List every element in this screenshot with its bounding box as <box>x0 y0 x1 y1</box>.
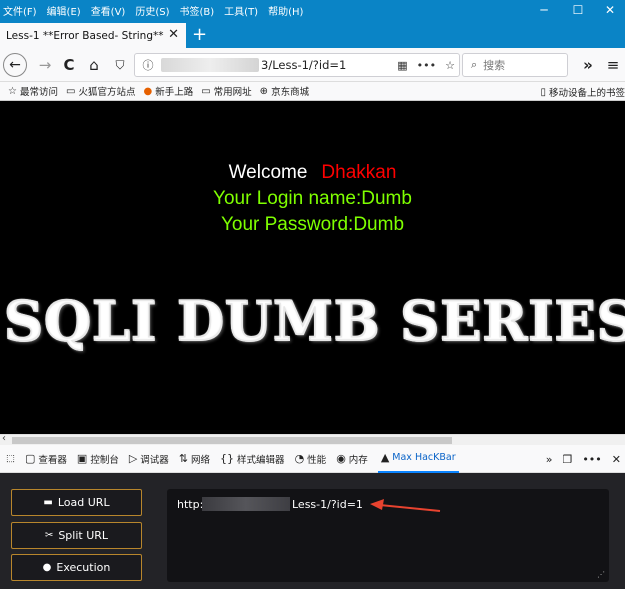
page-actions-icon[interactable]: ••• <box>417 59 436 72</box>
welcome-line: Welcome Dhakkan <box>0 162 625 184</box>
tab-memory[interactable]: ◉ 内存 <box>336 452 368 466</box>
address-bar[interactable]: ⓘ 3/Less-1/?id=1 ▦ ••• ☆ <box>134 53 460 77</box>
bookmark-firefox-site[interactable]: ▭ 火狐官方站点 <box>65 84 135 99</box>
menu-history[interactable]: 历史(S) <box>130 3 174 18</box>
overflow-chevron-icon[interactable]: » <box>576 53 600 77</box>
devtools-close-icon[interactable]: ✕ <box>612 453 621 466</box>
minimize-button[interactable]: ─ <box>527 0 561 20</box>
menu-help[interactable]: 帮助(H) <box>263 3 308 18</box>
mobile-bookmarks[interactable]: ▯ 移动设备上的书签 <box>540 85 625 100</box>
split-icon: ✂ <box>44 530 54 541</box>
page-content: Welcome Dhakkan Your Login name:Dumb Your… <box>0 101 625 434</box>
welcome-text: Welcome <box>228 162 308 183</box>
firefox-icon: ● <box>143 85 153 97</box>
hamburger-menu-icon[interactable]: ≡ <box>601 53 625 77</box>
tab-performance[interactable]: ◔ 性能 <box>295 452 327 466</box>
globe-icon: ⊕ <box>259 85 269 97</box>
tab-inspector[interactable]: ▢ 查看器 <box>25 452 67 466</box>
red-arrow-annotation <box>370 499 441 512</box>
network-icon: ⇅ <box>178 452 189 465</box>
close-window-button[interactable]: ✕ <box>593 0 625 20</box>
more-tabs-chevron-icon[interactable]: » <box>546 453 553 466</box>
password-text: Your Password:Dumb <box>220 214 405 235</box>
load-url-button[interactable]: ▬ Load URL <box>11 489 142 516</box>
tab-title: Less-1 **Error Based- String** <box>6 29 164 42</box>
console-icon: ▣ <box>76 452 88 465</box>
url-text[interactable]: 3/Less-1/?id=1 <box>261 58 346 72</box>
menu-bookmarks[interactable]: 书签(B) <box>175 3 220 18</box>
menu-edit[interactable]: 编辑(E) <box>42 3 86 18</box>
menu-view[interactable]: 查看(V) <box>86 3 131 18</box>
username-text: Dhakkan <box>321 162 397 183</box>
tab-max-hackbar[interactable]: ▲ Max HacKBar <box>377 445 459 473</box>
braces-icon: {} <box>220 452 235 465</box>
mobile-icon: ▯ <box>540 86 546 98</box>
menu-file[interactable]: 文件(F) <box>0 3 42 18</box>
performance-icon: ◔ <box>294 452 305 465</box>
scrollbar-thumb[interactable] <box>12 437 452 444</box>
nav-toolbar: ← → C ⌂ ⛉ ⓘ 3/Less-1/?id=1 ▦ ••• ☆ ⌕ 搜索 … <box>0 48 625 82</box>
load-icon: ▬ <box>43 497 53 508</box>
bookmark-getting-started[interactable]: ● 新手上路 <box>143 84 193 99</box>
redacted-host <box>161 58 259 72</box>
bookmark-most-visited[interactable]: ☆ 最常访问 <box>8 84 58 99</box>
tab-console[interactable]: ▣ 控制台 <box>77 452 119 466</box>
forward-button[interactable]: → <box>33 53 57 77</box>
search-icon: ⌕ <box>471 58 478 71</box>
hackbar-icon: ▲ <box>380 451 390 464</box>
element-picker-icon[interactable]: ⬚ <box>6 453 15 464</box>
qr-code-icon[interactable]: ▦ <box>397 59 407 72</box>
split-url-button[interactable]: ✂ Split URL <box>11 522 142 549</box>
bookmark-star-icon[interactable]: ☆ <box>445 59 455 72</box>
back-button[interactable]: ← <box>3 53 27 77</box>
horizontal-scrollbar[interactable]: ‹ <box>0 433 625 445</box>
tab-debugger[interactable]: ▷ 调试器 <box>129 452 169 466</box>
url-prefix: http: <box>177 498 204 511</box>
tab-style-editor[interactable]: {} 样式编辑器 <box>220 452 285 466</box>
sqli-banner: SQLI DUMB SERIES <box>3 288 625 354</box>
bookmark-common-sites[interactable]: ▭ 常用网址 <box>201 84 251 99</box>
folder-icon: ▭ <box>201 85 211 97</box>
tab-strip: Less-1 **Error Based- String** ✕ + <box>0 20 625 48</box>
dock-icon[interactable]: ❐ <box>562 453 572 466</box>
hackbar-panel: ▬ Load URL ✂ Split URL ● Execution http: Le… <box>0 473 625 589</box>
folder-icon: ▭ <box>65 85 76 97</box>
star-icon: ☆ <box>8 85 17 97</box>
devtools-options-icon[interactable]: ••• <box>582 453 601 466</box>
resize-grip-icon[interactable]: ⋰ <box>597 570 605 579</box>
search-placeholder: 搜索 <box>483 59 506 72</box>
inspector-icon: ▢ <box>24 452 36 465</box>
url-suffix: Less-1/?id=1 <box>292 498 363 511</box>
login-name-text: Your Login name:Dumb <box>213 188 412 209</box>
new-tab-button[interactable]: + <box>192 24 207 45</box>
search-input[interactable]: ⌕ 搜索 <box>462 53 568 77</box>
scroll-left-icon[interactable]: ‹ <box>2 433 6 444</box>
play-icon: ● <box>42 562 52 573</box>
site-info-icon[interactable]: ⓘ <box>135 54 161 76</box>
bookmarks-bar: ☆ 最常访问 ▭ 火狐官方站点 ● 新手上路 ▭ 常用网址 ⊕ 京东商城 ▯ 移动设备上的书… <box>0 82 625 101</box>
reload-button[interactable]: C <box>57 53 81 77</box>
bookmark-jd[interactable]: ⊕ 京东商城 <box>259 84 309 99</box>
tab-network[interactable]: ⇅ 网络 <box>179 452 210 466</box>
memory-icon: ◉ <box>336 452 346 465</box>
debugger-icon: ▷ <box>128 452 138 465</box>
home-button[interactable]: ⌂ <box>82 53 106 77</box>
execution-button[interactable]: ● Execution <box>11 554 142 581</box>
maximize-button[interactable]: ☐ <box>561 0 595 20</box>
devtools-toolbar: ⬚ ▢ 查看器 ▣ 控制台 ▷ 调试器 ⇅ 网络 {} 样式编辑器 ◔ 性能 ◉ 内存 ▲ Ma… <box>0 445 625 473</box>
menu-tools[interactable]: 工具(T) <box>219 3 263 18</box>
tracking-shield-icon[interactable]: ⛉ <box>108 53 132 77</box>
redacted-host <box>202 497 290 511</box>
browser-tab[interactable]: Less-1 **Error Based- String** ✕ <box>0 23 186 48</box>
tab-close-icon[interactable]: ✕ <box>168 27 179 42</box>
